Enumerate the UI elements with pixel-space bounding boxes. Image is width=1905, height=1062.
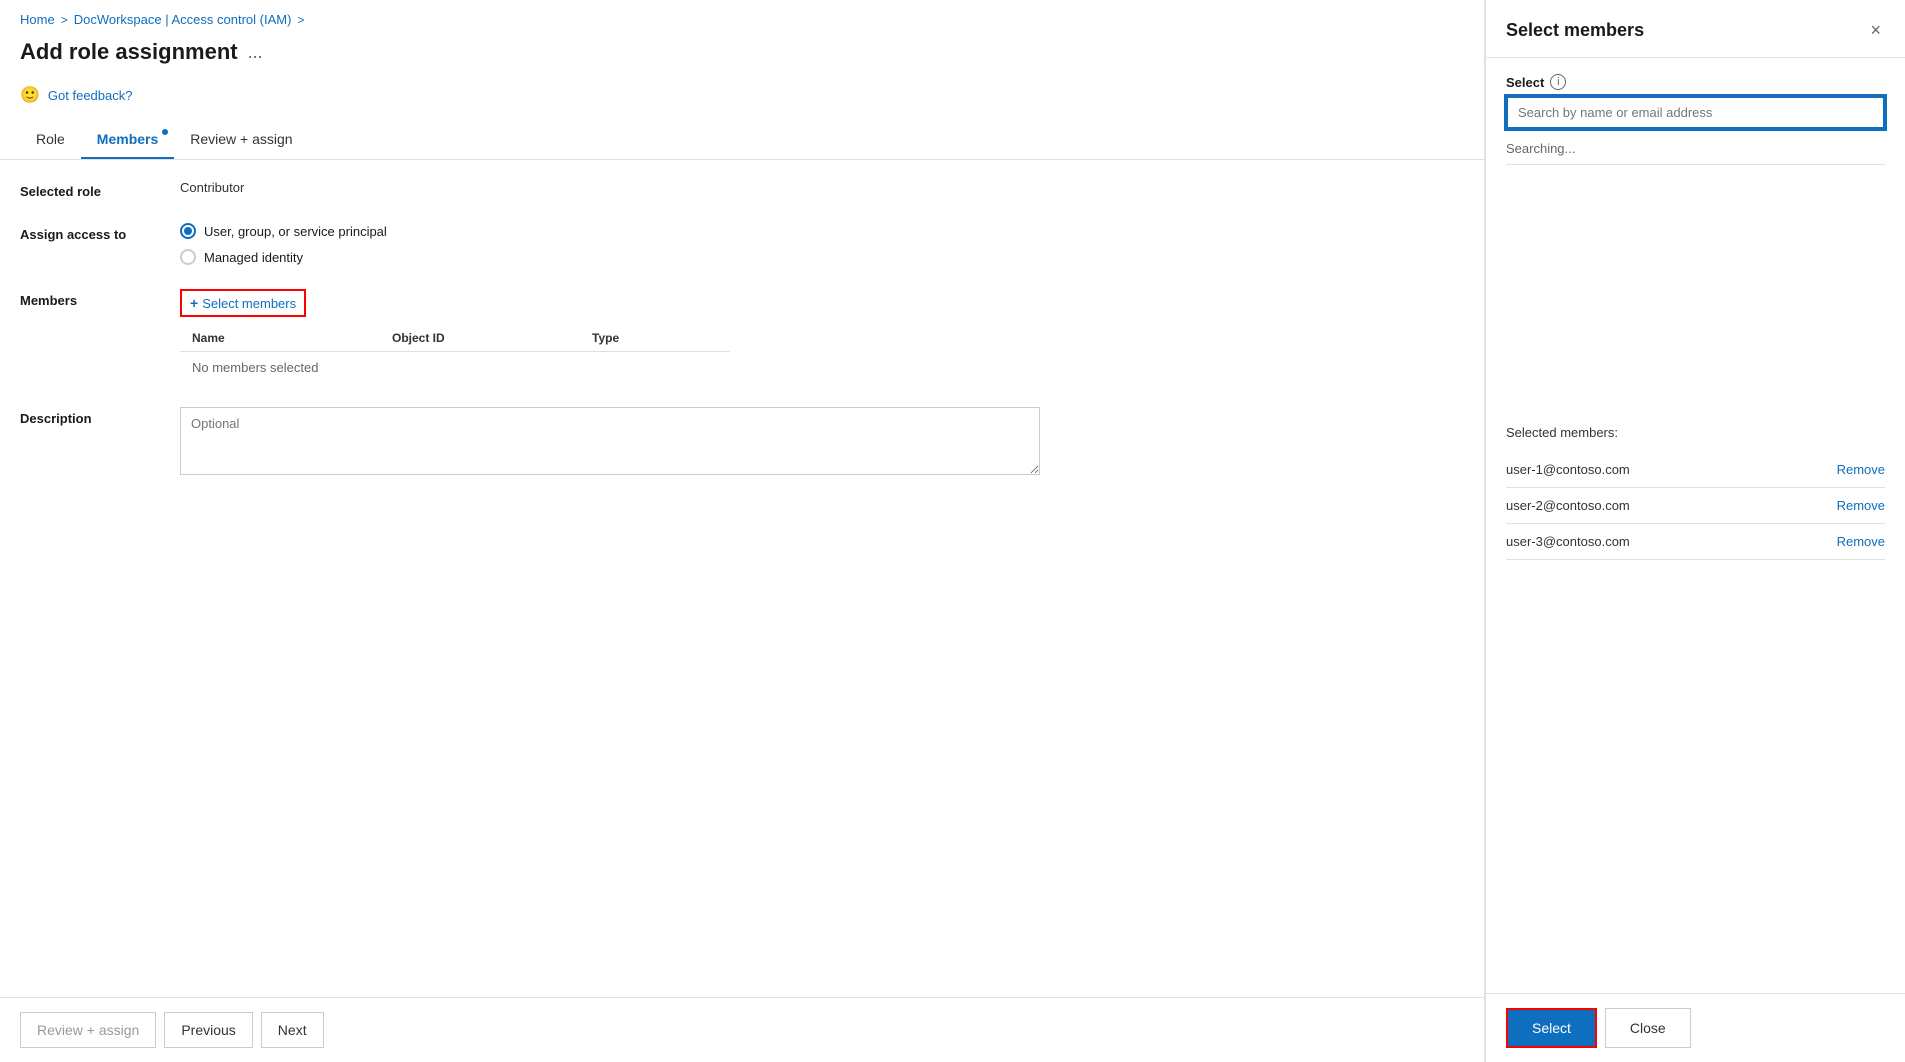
info-icon: i	[1550, 74, 1566, 90]
description-row: Description	[20, 407, 1464, 475]
selected-role-value: Contributor	[180, 180, 244, 195]
select-members-button[interactable]: + Select members	[180, 289, 306, 317]
breadcrumb-sep2: >	[297, 13, 304, 27]
description-label: Description	[20, 407, 160, 426]
assign-access-row: Assign access to User, group, or service…	[20, 223, 1464, 265]
member-1-remove-button[interactable]: Remove	[1837, 462, 1885, 477]
member-2-remove-button[interactable]: Remove	[1837, 498, 1885, 513]
breadcrumb-workspace[interactable]: DocWorkspace | Access control (IAM)	[74, 12, 292, 27]
feedback-row[interactable]: 🙂 Got feedback?	[0, 81, 1484, 121]
panel-footer: Select Close	[1486, 993, 1905, 1062]
feedback-label: Got feedback?	[48, 88, 133, 103]
members-label: Members	[20, 289, 160, 308]
member-row: user-3@contoso.com Remove	[1506, 524, 1885, 560]
search-input[interactable]	[1508, 98, 1883, 127]
tab-review-assign[interactable]: Review + assign	[174, 121, 308, 159]
select-label: Select	[1506, 75, 1544, 90]
selected-members-label: Selected members:	[1506, 425, 1885, 440]
member-row: user-1@contoso.com Remove	[1506, 452, 1885, 488]
members-table-header: Name Object ID Type	[180, 325, 730, 352]
col-header-objid: Object ID	[380, 331, 580, 345]
panel-close-icon[interactable]: ×	[1866, 16, 1885, 45]
radio-user[interactable]: User, group, or service principal	[180, 223, 387, 239]
tab-role[interactable]: Role	[20, 121, 81, 159]
bottom-bar: Review + assign Previous Next	[0, 997, 1484, 1062]
radio-managed-circle	[180, 249, 196, 265]
breadcrumb-home[interactable]: Home	[20, 12, 55, 27]
search-input-wrap	[1506, 96, 1885, 129]
selected-members-section: Selected members: user-1@contoso.com Rem…	[1506, 425, 1885, 560]
member-1-email: user-1@contoso.com	[1506, 462, 1630, 477]
select-label-row: Select i	[1506, 74, 1885, 90]
tabs-bar: Role Members Review + assign	[0, 121, 1484, 160]
radio-managed-label: Managed identity	[204, 250, 303, 265]
tab-members-dot	[162, 129, 168, 135]
col-header-name: Name	[180, 331, 380, 345]
member-3-remove-button[interactable]: Remove	[1837, 534, 1885, 549]
select-members-btn-label: Select members	[202, 296, 296, 311]
panel-header: Select members ×	[1486, 0, 1905, 58]
searching-text: Searching...	[1506, 141, 1885, 165]
breadcrumb-sep1: >	[61, 13, 68, 27]
panel-body: Select i Searching... Selected members: …	[1486, 58, 1905, 993]
breadcrumb: Home > DocWorkspace | Access control (IA…	[0, 0, 1484, 35]
feedback-icon: 🙂	[20, 85, 40, 105]
member-row: user-2@contoso.com Remove	[1506, 488, 1885, 524]
ellipsis-button[interactable]: ...	[248, 42, 263, 63]
radio-managed[interactable]: Managed identity	[180, 249, 387, 265]
page-title: Add role assignment	[20, 39, 238, 65]
tab-members[interactable]: Members	[81, 121, 174, 159]
review-assign-button[interactable]: Review + assign	[20, 1012, 156, 1048]
assign-access-options: User, group, or service principal Manage…	[180, 223, 387, 265]
no-members-text: No members selected	[192, 360, 318, 375]
description-textarea[interactable]	[180, 407, 1040, 475]
panel-close-button[interactable]: Close	[1605, 1008, 1691, 1048]
radio-user-circle	[180, 223, 196, 239]
members-row: Members + Select members Name Object ID …	[20, 289, 1464, 383]
plus-icon: +	[190, 295, 198, 311]
assign-access-label: Assign access to	[20, 223, 160, 242]
previous-button[interactable]: Previous	[164, 1012, 252, 1048]
member-3-email: user-3@contoso.com	[1506, 534, 1630, 549]
selected-role-label: Selected role	[20, 180, 160, 199]
members-table-body: No members selected	[180, 352, 730, 383]
next-button[interactable]: Next	[261, 1012, 324, 1048]
members-table: Name Object ID Type No members selected	[180, 325, 730, 383]
radio-user-label: User, group, or service principal	[204, 224, 387, 239]
col-header-type: Type	[580, 331, 730, 345]
panel-select-button[interactable]: Select	[1506, 1008, 1597, 1048]
right-panel: Select members × Select i Searching... S…	[1485, 0, 1905, 1062]
panel-title: Select members	[1506, 20, 1644, 41]
member-2-email: user-2@contoso.com	[1506, 498, 1630, 513]
selected-role-row: Selected role Contributor	[20, 180, 1464, 199]
